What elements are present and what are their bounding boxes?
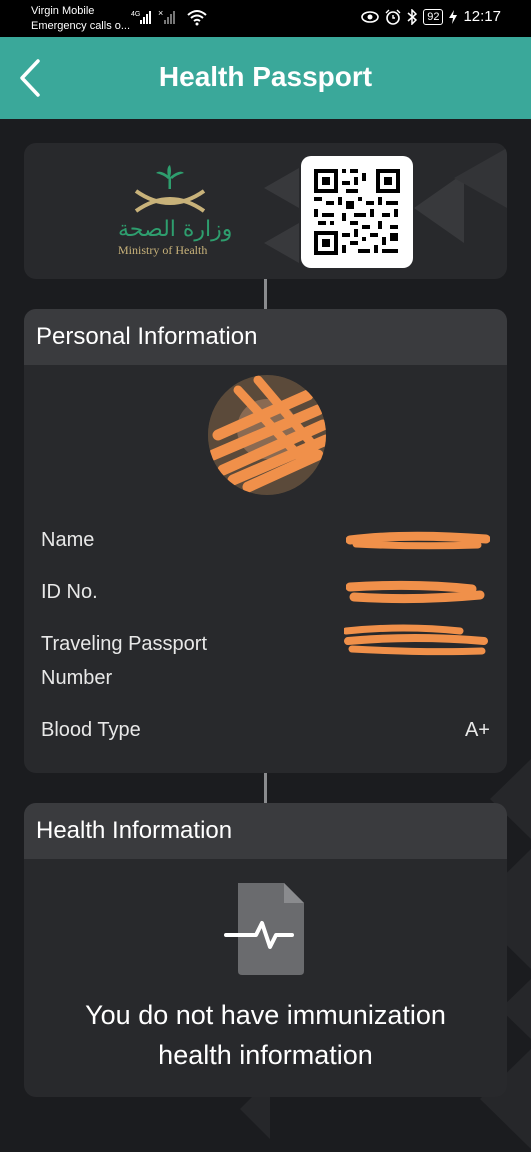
avatar-redaction xyxy=(208,375,326,495)
carrier-name: Virgin Mobile xyxy=(31,5,95,17)
card-pattern xyxy=(264,148,507,263)
name-redaction xyxy=(346,531,490,550)
status-right: 92 12:17 xyxy=(361,8,501,25)
logo-arabic-text: وزارة الصحة xyxy=(118,217,233,242)
personal-information-card: Personal Information Name ID No. Traveli… xyxy=(24,309,507,773)
blood-type-label: Blood Type xyxy=(41,719,141,741)
qr-code-icon xyxy=(314,169,400,255)
signal-strength-icon: 4G × xyxy=(131,8,175,24)
medical-document-icon xyxy=(224,883,304,975)
connector-line xyxy=(264,773,267,803)
bluetooth-icon xyxy=(407,8,418,25)
blood-type-value: A+ xyxy=(464,719,490,741)
battery-indicator: 92 xyxy=(423,8,444,25)
carrier-info: Virgin Mobile Emergency calls o... xyxy=(31,4,130,34)
page-title: Health Passport xyxy=(158,61,373,92)
wifi-icon xyxy=(187,10,207,26)
charging-icon xyxy=(449,9,458,24)
alarm-icon xyxy=(385,9,401,25)
signal-icons: 4G × xyxy=(131,8,208,29)
health-information-title: Health Information xyxy=(36,817,233,844)
svg-text:×: × xyxy=(158,8,163,18)
connector-line xyxy=(264,279,267,309)
network-type-label: 4G xyxy=(131,11,140,18)
passport-label: Traveling Passport Number xyxy=(41,633,207,689)
emergency-calls-text: Emergency calls o... xyxy=(31,20,131,32)
clock: 12:17 xyxy=(463,8,501,25)
personal-information-title: Personal Information xyxy=(36,323,258,350)
qr-code[interactable] xyxy=(301,156,413,268)
eye-icon xyxy=(361,10,380,23)
status-bar: Virgin Mobile Emergency calls o... 4G × xyxy=(0,0,531,37)
health-information-card: Health Information You do not have immun… xyxy=(24,803,507,1097)
logo-english-text: Ministry of Health xyxy=(118,243,208,257)
moh-card: وزارة الصحة Ministry of Health xyxy=(24,143,507,279)
name-row: Name xyxy=(41,523,490,557)
id-redaction xyxy=(346,580,485,604)
passport-redaction xyxy=(344,624,488,656)
passport-row: Traveling Passport Number xyxy=(41,624,490,697)
id-row: ID No. xyxy=(41,575,490,609)
empty-state-message: You do not have immunization health info… xyxy=(85,1000,446,1070)
personal-information-header: Personal Information xyxy=(24,309,507,365)
health-information-header: Health Information xyxy=(24,803,507,859)
avatar xyxy=(208,375,326,495)
app-bar: Health Passport xyxy=(0,37,531,119)
name-label: Name xyxy=(41,529,95,551)
blood-type-row: Blood Type A+ xyxy=(41,713,490,747)
id-label: ID No. xyxy=(41,581,98,603)
